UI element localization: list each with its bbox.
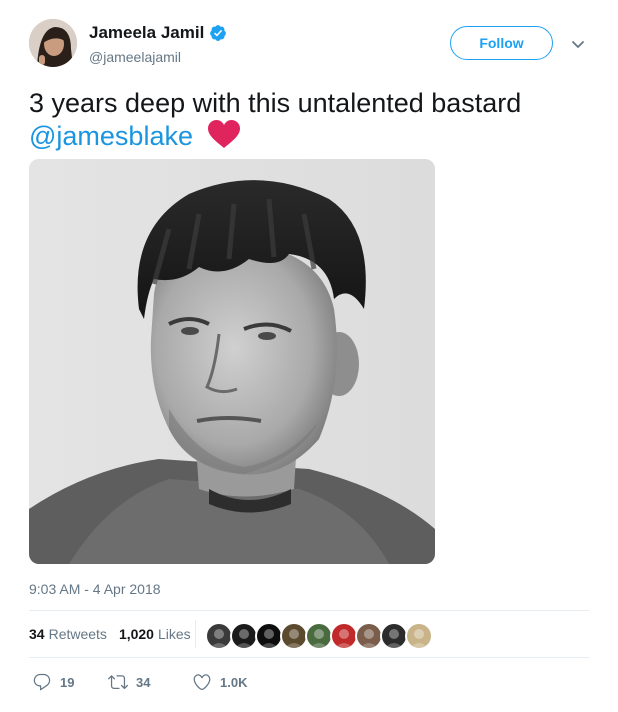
liker-avatar[interactable] bbox=[405, 622, 433, 650]
liker-avatar[interactable] bbox=[305, 622, 333, 650]
retweets-stat[interactable]: 34 Retweets bbox=[29, 626, 107, 642]
divider bbox=[29, 657, 589, 658]
verified-badge-icon bbox=[209, 24, 227, 42]
reply-count: 19 bbox=[60, 674, 75, 690]
reply-button[interactable]: 19 bbox=[32, 672, 108, 692]
liker-avatar[interactable] bbox=[380, 622, 408, 650]
engagement-stats: 34 Retweets 1,020 Likes bbox=[29, 626, 191, 642]
avatar[interactable] bbox=[29, 19, 77, 67]
user-handle[interactable]: @jameelajamil bbox=[89, 49, 181, 65]
liker-avatar[interactable] bbox=[230, 622, 258, 650]
tweet-text: 3 years deep with this untalented bastar… bbox=[29, 87, 589, 152]
likes-count: 1,020 bbox=[118, 626, 154, 642]
stats-divider bbox=[195, 620, 196, 648]
liker-avatar[interactable] bbox=[355, 622, 383, 650]
reply-icon bbox=[33, 673, 51, 691]
like-count: 1.0K bbox=[220, 674, 248, 690]
retweet-icon bbox=[108, 675, 128, 690]
liker-avatar[interactable] bbox=[205, 622, 233, 650]
name-row: Jameela Jamil bbox=[89, 23, 227, 43]
likes-label: Likes bbox=[157, 626, 191, 642]
liker-avatar[interactable] bbox=[280, 622, 308, 650]
chevron-down-icon[interactable] bbox=[570, 36, 586, 52]
tweet-timestamp[interactable]: 9:03 AM - 4 Apr 2018 bbox=[29, 581, 161, 597]
divider bbox=[29, 610, 589, 611]
display-name[interactable]: Jameela Jamil bbox=[89, 23, 204, 43]
tweet-body: 3 years deep with this untalented bastar… bbox=[29, 88, 522, 118]
avatar-image bbox=[29, 19, 77, 67]
retweet-count: 34 bbox=[136, 674, 151, 690]
liker-avatars bbox=[205, 622, 433, 650]
tweet-card: Jameela Jamil @jameelajamil Follow 3 yea… bbox=[0, 0, 618, 712]
action-bar: 19 34 1.0K bbox=[32, 672, 247, 692]
like-button[interactable]: 1.0K bbox=[192, 672, 247, 692]
mention-link[interactable]: @jamesblake bbox=[29, 121, 193, 151]
likes-stat[interactable]: 1,020 Likes bbox=[119, 626, 191, 642]
retweets-label: Retweets bbox=[48, 626, 107, 642]
retweet-button[interactable]: 34 bbox=[108, 672, 192, 692]
heart-icon bbox=[193, 674, 211, 691]
liker-avatar[interactable] bbox=[330, 622, 358, 650]
follow-button[interactable]: Follow bbox=[450, 26, 553, 60]
liker-avatar[interactable] bbox=[255, 622, 283, 650]
portrait-photo bbox=[29, 159, 435, 564]
red-heart-emoji-icon bbox=[207, 119, 241, 149]
retweets-count: 34 bbox=[29, 626, 45, 642]
tweet-photo[interactable] bbox=[29, 159, 435, 564]
